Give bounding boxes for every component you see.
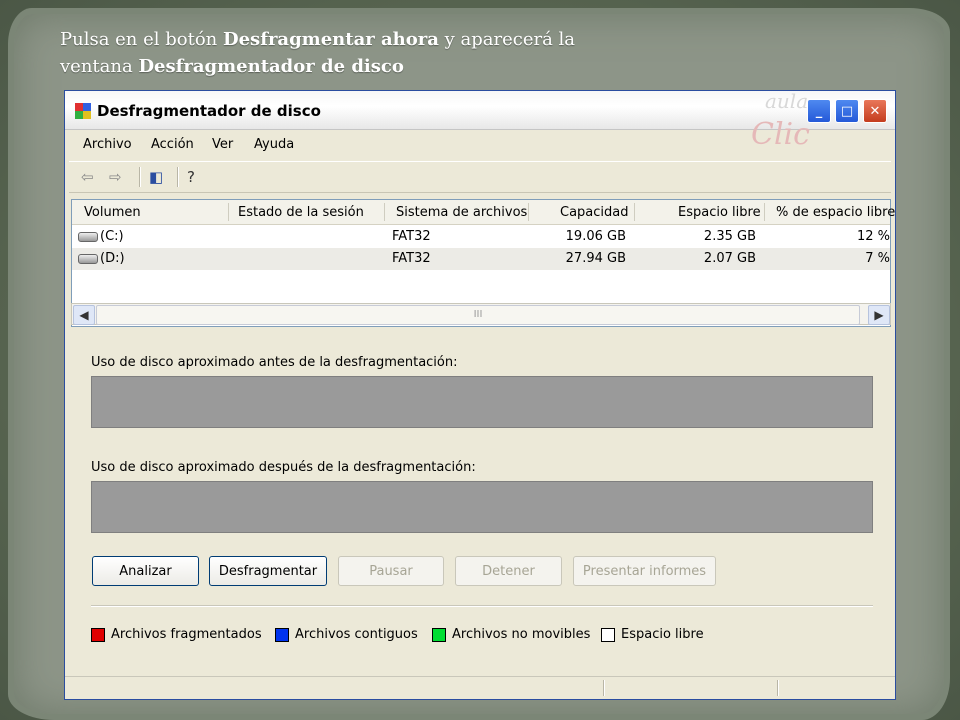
fs-cell: FAT32 — [392, 229, 431, 244]
close-button[interactable]: ✕ — [863, 99, 887, 123]
legend-label: Archivos fragmentados — [111, 627, 262, 642]
table-row[interactable]: (C:) FAT32 19.06 GB 2.35 GB 12 % — [72, 226, 890, 248]
defrag-window: Desfragmentador de disco aula Clic _ □ ✕… — [64, 89, 896, 700]
pct-cell: 12 % — [856, 229, 890, 244]
legend-unmovable: Archivos no movibles — [432, 627, 590, 642]
defrag-app-icon — [75, 103, 91, 119]
column-espacio-libre[interactable]: Espacio libre — [678, 205, 761, 220]
capacity-cell: 27.94 GB — [565, 251, 626, 266]
caption-text: ventana — [60, 56, 139, 77]
console-tree-icon[interactable]: ◧ — [149, 168, 163, 186]
legend-label: Archivos no movibles — [452, 627, 591, 642]
back-arrow-icon[interactable]: ⇦ — [81, 168, 94, 186]
menu-archivo[interactable]: Archivo — [83, 137, 132, 152]
volume-cell: (D:) — [78, 251, 125, 266]
status-bar — [65, 676, 895, 699]
report-button[interactable]: Presentar informes — [573, 556, 716, 586]
pause-button[interactable]: Pausar — [338, 556, 444, 586]
pct-cell: 7 % — [865, 251, 890, 266]
menu-bar: Archivo Acción Ver Ayuda — [69, 131, 891, 157]
column-porcentaje[interactable]: % de espacio libre — [776, 205, 895, 220]
minimize-button[interactable]: _ — [807, 99, 831, 123]
scroll-thumb[interactable]: III — [96, 305, 860, 325]
horizontal-scrollbar[interactable]: ◀ III ▶ — [71, 303, 891, 325]
table-row[interactable]: (D:) FAT32 27.94 GB 2.07 GB 7 % — [72, 248, 890, 270]
title-bar[interactable]: Desfragmentador de disco aula Clic _ □ ✕ — [65, 89, 895, 152]
scroll-left-button[interactable]: ◀ — [73, 305, 95, 325]
defragment-button[interactable]: Desfragmentar — [209, 556, 327, 586]
legend-fragmented: Archivos fragmentados — [91, 627, 262, 642]
free-space-swatch — [601, 627, 615, 642]
fs-cell: FAT32 — [392, 251, 431, 266]
analyze-button[interactable]: Analizar — [92, 556, 199, 586]
column-capacidad[interactable]: Capacidad — [560, 205, 629, 220]
volume-name: (D:) — [100, 251, 125, 266]
caption-bold: Desfragmentador de disco — [138, 56, 404, 77]
after-usage-bar — [91, 481, 873, 533]
legend-label: Espacio libre — [621, 627, 704, 642]
caption-bold: Desfragmentar ahora — [223, 29, 439, 50]
capacity-cell: 19.06 GB — [565, 229, 626, 244]
free-cell: 2.35 GB — [703, 229, 756, 244]
volume-cell: (C:) — [78, 229, 124, 244]
maximize-button[interactable]: □ — [835, 99, 859, 123]
window-title: Desfragmentador de disco — [97, 102, 321, 120]
logo-top-text: aula — [765, 89, 809, 113]
volume-name: (C:) — [100, 229, 124, 244]
toolbar: ⇦ ⇨ ◧ ? — [69, 161, 891, 193]
drive-icon — [78, 231, 98, 242]
caption-text: y aparecerá la — [438, 29, 576, 50]
legend-label: Archivos contiguos — [295, 627, 418, 642]
menu-ver[interactable]: Ver — [212, 137, 233, 152]
before-usage-bar — [91, 376, 873, 428]
forward-arrow-icon[interactable]: ⇨ — [109, 168, 122, 186]
unmovable-swatch — [432, 627, 446, 642]
legend-free-space: Espacio libre — [601, 627, 704, 642]
column-volumen[interactable]: Volumen — [84, 205, 141, 220]
contiguous-swatch — [275, 627, 289, 642]
column-estado[interactable]: Estado de la sesión — [238, 205, 364, 220]
before-label: Uso de disco aproximado antes de la desf… — [91, 355, 458, 370]
scroll-right-button[interactable]: ▶ — [868, 305, 890, 325]
divider — [91, 605, 873, 607]
stop-button[interactable]: Detener — [455, 556, 562, 586]
menu-accion[interactable]: Acción — [151, 137, 194, 152]
slide-caption: Pulsa en el botón Desfragmentar ahora y … — [60, 26, 700, 80]
help-icon[interactable]: ? — [187, 168, 195, 186]
fragmented-swatch — [91, 627, 105, 642]
menu-ayuda[interactable]: Ayuda — [254, 137, 294, 152]
column-sistema[interactable]: Sistema de archivos — [396, 205, 527, 220]
caption-text: Pulsa en el botón — [60, 29, 223, 50]
list-header: Volumen Estado de la sesión Sistema de a… — [72, 200, 895, 225]
drive-icon — [78, 253, 98, 264]
after-label: Uso de disco aproximado después de la de… — [91, 460, 476, 475]
legend-contiguous: Archivos contiguos — [275, 627, 418, 642]
free-cell: 2.07 GB — [703, 251, 756, 266]
